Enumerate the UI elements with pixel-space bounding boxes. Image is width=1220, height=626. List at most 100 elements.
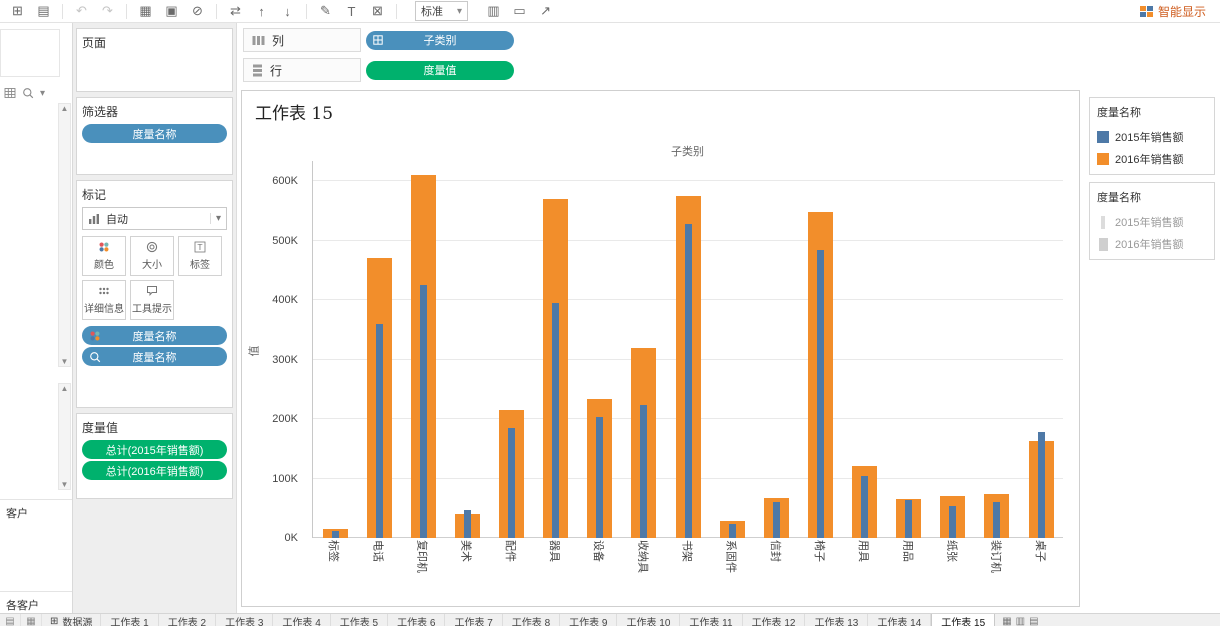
dimension-pill[interactable]: 子类别 <box>366 30 514 50</box>
measure-pill[interactable]: 度量值 <box>366 60 514 80</box>
x-axis-label[interactable]: 椅子 <box>812 540 828 562</box>
sheet-tab[interactable]: 工作表 4 <box>273 614 331 626</box>
column-field-header[interactable]: 子类别 <box>312 143 1063 159</box>
new-story-tab-icon[interactable]: ▤ <box>1029 616 1038 626</box>
bar-mark[interactable] <box>772 502 780 538</box>
legend-item[interactable]: 2016年销售额 <box>1090 233 1214 255</box>
x-axis-label[interactable]: 书架 <box>679 540 695 562</box>
bar-mark[interactable] <box>331 530 339 538</box>
bar-mark[interactable] <box>816 250 824 538</box>
x-axis-label[interactable]: 电话 <box>370 540 386 562</box>
bar-mark[interactable] <box>993 502 1001 538</box>
x-axis[interactable]: 标签 电话 复印机 美术 配件 器具 设备 收纳具 书架 系固件 信封 椅子 用具 用品 纸张 装订机 桌子 <box>312 540 1063 606</box>
tooltip-button[interactable]: 工具提示 <box>130 280 174 320</box>
x-axis-label[interactable]: 用具 <box>856 540 872 562</box>
sheet-tab[interactable]: 工作表 7 <box>445 614 503 626</box>
scroll-up-icon[interactable]: ▲ <box>61 104 69 113</box>
bar-mark[interactable] <box>375 323 383 538</box>
x-axis-label[interactable]: 桌子 <box>1033 540 1049 562</box>
x-axis-label[interactable]: 器具 <box>547 540 563 562</box>
share-icon[interactable]: ↗ <box>534 2 557 20</box>
x-axis-label[interactable]: 设备 <box>591 540 607 562</box>
sheet-tab[interactable]: 工作表 10 <box>617 614 681 626</box>
size-button[interactable]: 大小 <box>130 236 174 276</box>
show-sheet-sorter-icon[interactable]: ▦ <box>21 614 42 626</box>
data-pane-scrollbar-upper[interactable]: ▲ ▼ <box>58 103 71 367</box>
undo-icon[interactable]: ↶ <box>70 2 93 20</box>
sheet-tab[interactable]: 工作表 3 <box>216 614 274 626</box>
sheet-tab[interactable]: 工作表 15 <box>931 614 996 626</box>
x-axis-label[interactable]: 装订机 <box>989 540 1005 573</box>
bar-mark[interactable] <box>861 476 869 538</box>
x-axis-label[interactable]: 标签 <box>326 540 342 562</box>
search-icon[interactable] <box>22 87 34 99</box>
x-axis-label[interactable]: 收纳具 <box>635 540 651 573</box>
data-pane-scrollbar-lower[interactable]: ▲ ▼ <box>58 383 71 490</box>
measure-pill[interactable]: 总计(2015年销售额) <box>82 440 227 459</box>
open-file-icon[interactable]: ▤ <box>32 2 55 20</box>
field-label-per-customer[interactable]: 各客户 <box>6 597 39 613</box>
show-me-button[interactable]: 智能显示 <box>1132 1 1214 21</box>
sheet-tab[interactable]: 工作表 5 <box>331 614 389 626</box>
measure-pill[interactable]: 总计(2016年销售额) <box>82 461 227 480</box>
bar-mark[interactable] <box>508 427 516 538</box>
swap-axes-icon[interactable]: ⇄ <box>224 2 247 20</box>
bar-mark[interactable] <box>596 417 604 538</box>
fix-axes-icon[interactable]: ⊠ <box>366 2 389 20</box>
presentation-mode-icon[interactable]: ▭ <box>508 2 531 20</box>
view-data-grid-icon[interactable] <box>4 87 16 99</box>
bar-mark[interactable] <box>905 499 913 538</box>
sheet-tab[interactable]: 工作表 11 <box>680 614 743 626</box>
bar-mark[interactable] <box>419 285 427 538</box>
dimension-pill[interactable]: 度量名称 <box>82 326 227 345</box>
x-axis-label[interactable]: 用品 <box>900 540 916 562</box>
sheet-tab[interactable]: 工作表 12 <box>743 614 806 626</box>
legend-item[interactable]: 2016年销售额 <box>1090 148 1214 170</box>
legend-item[interactable]: 2015年销售额 <box>1090 126 1214 148</box>
sheet-tab[interactable]: 工作表 2 <box>159 614 217 626</box>
sheet-tab[interactable]: 工作表 1 <box>101 614 159 626</box>
tab-datasource[interactable]: ⊞ 数据源 <box>42 614 102 626</box>
legend-item[interactable]: 2015年销售额 <box>1090 211 1214 233</box>
color-button[interactable]: 颜色 <box>82 236 126 276</box>
sheet-tab[interactable]: 工作表 14 <box>868 614 932 626</box>
new-workbook-icon[interactable]: ⊞ <box>6 2 29 20</box>
mark-type-dropdown[interactable]: 自动 ▾ <box>82 207 227 230</box>
sheet-tab[interactable]: 工作表 13 <box>805 614 869 626</box>
label-button[interactable]: T 标签 <box>178 236 222 276</box>
sheet-tab[interactable]: 工作表 6 <box>388 614 446 626</box>
highlight-icon[interactable]: ✎ <box>314 2 337 20</box>
x-axis-label[interactable]: 复印机 <box>414 540 430 573</box>
rows-shelf-track[interactable]: 度量值 <box>366 60 1082 80</box>
sort-ascending-icon[interactable]: ↑ <box>250 2 273 20</box>
x-axis-label[interactable]: 信封 <box>768 540 784 562</box>
scroll-down-icon[interactable]: ▼ <box>61 480 69 489</box>
sheet-tab[interactable]: 工作表 8 <box>503 614 561 626</box>
new-worksheet-icon[interactable]: ▦ <box>134 2 157 20</box>
bar-mark[interactable] <box>640 404 648 538</box>
clear-sheet-icon[interactable]: ⊘ <box>186 2 209 20</box>
sort-descending-icon[interactable]: ↓ <box>276 2 299 20</box>
duplicate-sheet-icon[interactable]: ▣ <box>160 2 183 20</box>
sheet-tab[interactable]: 工作表 9 <box>560 614 618 626</box>
scroll-up-icon[interactable]: ▲ <box>61 384 69 393</box>
detail-button[interactable]: 详细信息 <box>82 280 126 320</box>
bar-mark[interactable] <box>463 510 471 538</box>
bar-mark[interactable] <box>949 505 957 538</box>
redo-icon[interactable]: ↷ <box>96 2 119 20</box>
y-axis[interactable]: 0K 100K 200K 300K 400K 500K 600K <box>242 161 306 544</box>
dimension-pill[interactable]: 度量名称 <box>82 347 227 366</box>
bar-mark[interactable] <box>1037 431 1045 538</box>
field-label-customer[interactable]: 客户 <box>6 505 28 521</box>
show-filmstrip-icon[interactable]: ▤ <box>0 614 21 626</box>
dimension-pill[interactable]: 度量名称 <box>82 124 227 143</box>
new-dashboard-tab-icon[interactable]: ▥ <box>1016 616 1025 626</box>
show-mark-labels-icon[interactable]: T <box>340 2 363 20</box>
bar-mark[interactable] <box>684 224 692 538</box>
bar-mark[interactable] <box>728 523 736 538</box>
columns-shelf-track[interactable]: 子类别 <box>366 30 1082 50</box>
show-hide-cards-icon[interactable]: ▥ <box>482 2 505 20</box>
x-axis-label[interactable]: 系固件 <box>724 540 740 573</box>
x-axis-label[interactable]: 美术 <box>459 540 475 562</box>
bar-mark[interactable] <box>552 302 560 538</box>
